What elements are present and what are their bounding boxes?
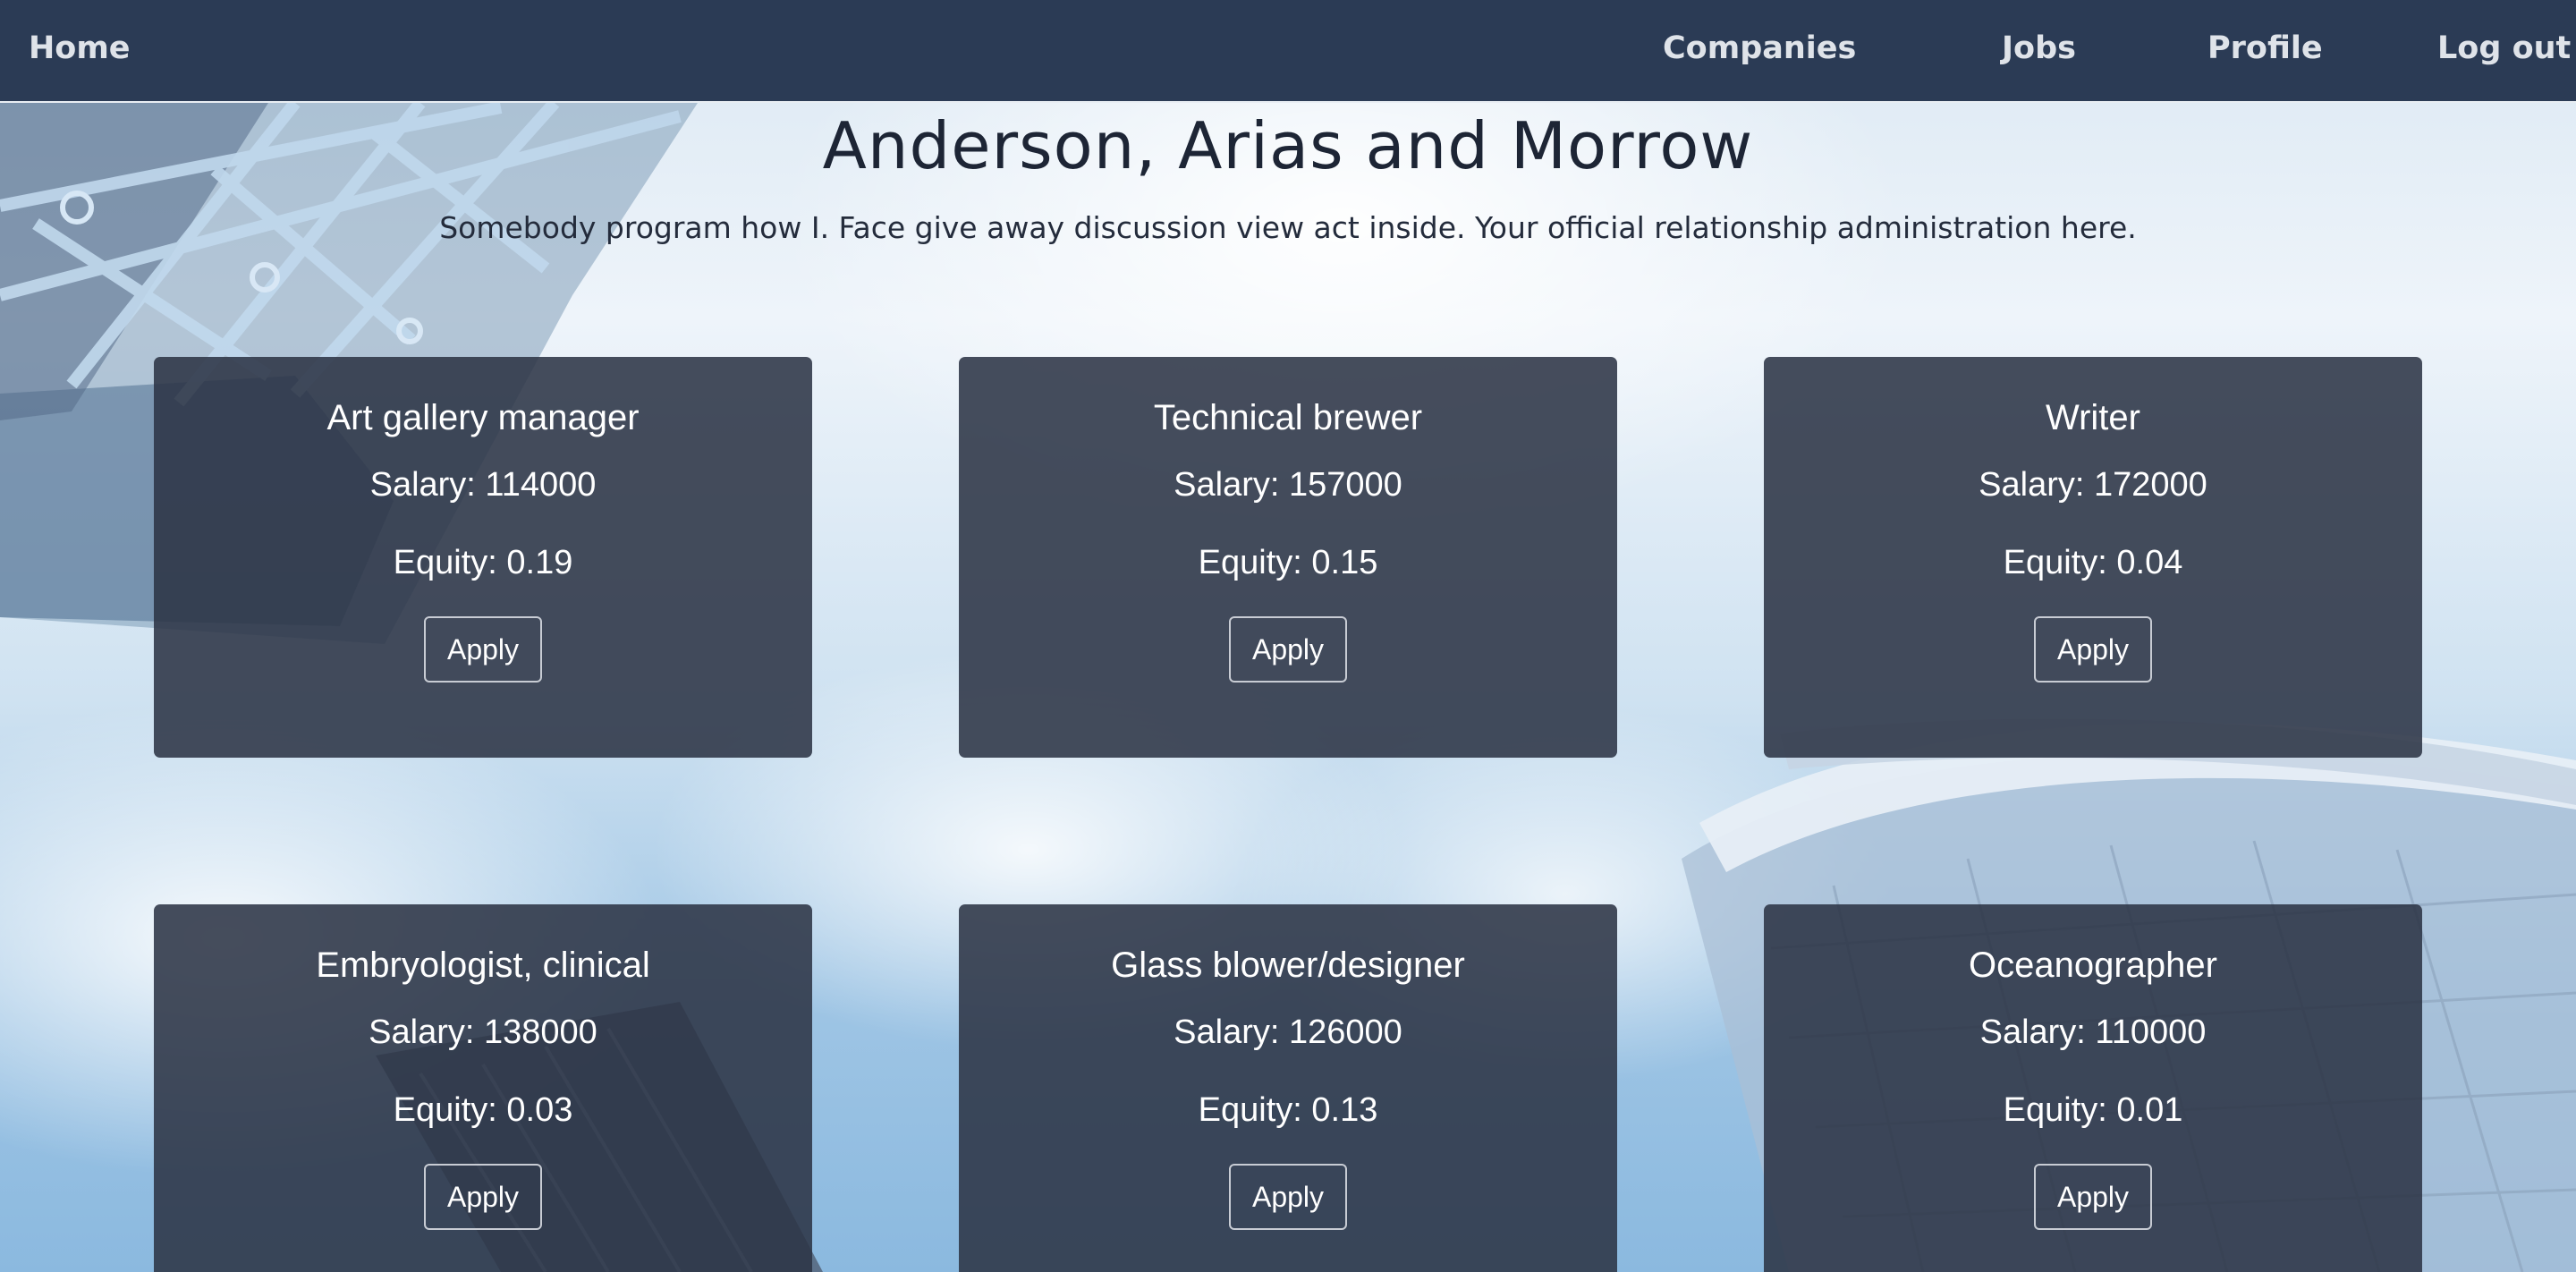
job-card: Art gallery manager Salary: 114000 Equit… — [154, 357, 812, 758]
job-salary: Salary: 114000 — [369, 466, 597, 504]
nav-jobs-link[interactable]: Jobs — [2002, 29, 2076, 68]
job-salary: Salary: 138000 — [369, 1013, 597, 1051]
job-salary: Salary: 110000 — [1979, 1013, 2207, 1051]
job-title: Glass blower/designer — [1111, 946, 1465, 985]
job-card: Writer Salary: 172000 Equity: 0.04 Apply — [1764, 357, 2422, 758]
job-salary: Salary: 172000 — [1979, 466, 2207, 504]
apply-button[interactable]: Apply — [2034, 1164, 2152, 1230]
job-equity: Equity: 0.19 — [393, 544, 573, 581]
apply-button[interactable]: Apply — [1229, 616, 1347, 683]
job-title: Technical brewer — [1153, 398, 1423, 437]
company-description: Somebody program how I. Face give away d… — [439, 210, 2137, 245]
job-card: Oceanographer Salary: 110000 Equity: 0.0… — [1764, 904, 2422, 1272]
nav-profile-link[interactable]: Profile — [2207, 29, 2323, 68]
job-title: Art gallery manager — [326, 398, 640, 437]
nav-home-link[interactable]: Home — [29, 29, 131, 68]
apply-button[interactable]: Apply — [424, 616, 542, 683]
top-navbar: Home Companies Jobs Profile Log out — [0, 0, 2576, 103]
job-title: Embryologist, clinical — [316, 946, 650, 985]
job-card: Glass blower/designer Salary: 126000 Equ… — [959, 904, 1617, 1272]
apply-button[interactable]: Apply — [2034, 616, 2152, 683]
nav-companies-link[interactable]: Companies — [1663, 29, 1856, 68]
job-title: Writer — [2046, 398, 2140, 437]
apply-button[interactable]: Apply — [1229, 1164, 1347, 1230]
job-title: Oceanographer — [1969, 946, 2217, 985]
nav-logout-link[interactable]: Log out — [2437, 29, 2571, 68]
job-equity: Equity: 0.04 — [2003, 544, 2183, 581]
job-equity: Equity: 0.01 — [2003, 1091, 2183, 1129]
job-card: Embryologist, clinical Salary: 138000 Eq… — [154, 904, 812, 1272]
job-equity: Equity: 0.15 — [1198, 544, 1378, 581]
company-name: Anderson, Arias and Morrow — [822, 108, 1754, 183]
job-card: Technical brewer Salary: 157000 Equity: … — [959, 357, 1617, 758]
apply-button[interactable]: Apply — [424, 1164, 542, 1230]
job-equity: Equity: 0.03 — [393, 1091, 573, 1129]
job-equity: Equity: 0.13 — [1198, 1091, 1378, 1129]
job-salary: Salary: 157000 — [1174, 466, 1402, 504]
job-salary: Salary: 126000 — [1174, 1013, 1402, 1051]
